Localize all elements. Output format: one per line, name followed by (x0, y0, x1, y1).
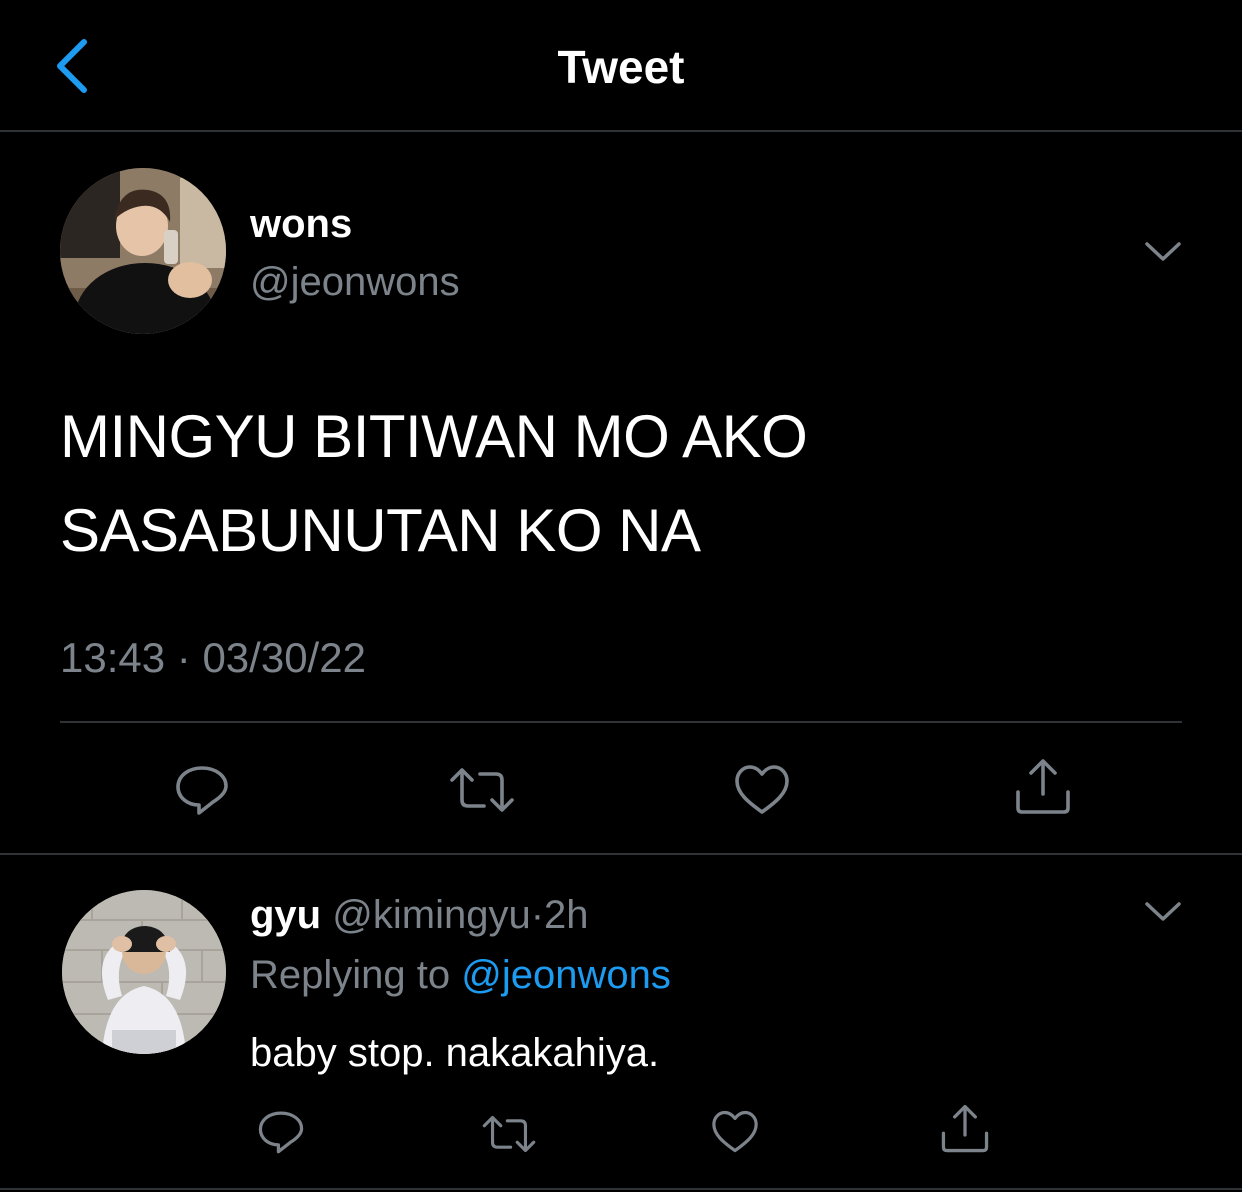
profile-photo (62, 890, 226, 1054)
avatar[interactable] (60, 168, 226, 334)
replying-to-label: Replying to (250, 953, 451, 997)
author-name[interactable]: wons (250, 200, 352, 248)
separator-dot: · (530, 893, 545, 937)
reply-more-options-button[interactable] (1143, 900, 1183, 924)
chevron-down-icon (1145, 242, 1181, 261)
like-button[interactable] (734, 764, 790, 816)
share-icon (941, 1104, 989, 1153)
reply-age: 2h (544, 893, 589, 937)
reply-button[interactable] (174, 762, 230, 818)
reply-author-handle[interactable]: @kimingyu (332, 893, 530, 937)
reply-avatar[interactable] (62, 890, 226, 1054)
page-title: Tweet (557, 41, 685, 93)
reply-text: baby stop. nakakahiya. (250, 1031, 660, 1075)
reply-author-name[interactable]: gyu (250, 893, 321, 937)
reply-share-button[interactable] (940, 1104, 990, 1154)
tweet-text: MINGYU BITIWAN MO AKO SASABUNUTAN KO NA (60, 390, 1180, 578)
like-icon (735, 765, 789, 814)
tweet-text-line: MINGYU BITIWAN MO AKO (60, 403, 808, 470)
tweet-timestamp[interactable]: 13:43 · 03/30/22 (60, 630, 366, 686)
retweet-icon (450, 768, 514, 812)
reply-retweet-button[interactable] (481, 1112, 537, 1156)
retweet-icon (482, 1115, 536, 1153)
divider (60, 721, 1182, 723)
like-icon (712, 1110, 758, 1153)
chevron-down-icon (1145, 902, 1181, 921)
share-icon (1016, 759, 1070, 814)
share-button[interactable] (1014, 758, 1072, 816)
separator-dot: · (176, 634, 191, 681)
tweet-time: 13:43 (60, 634, 166, 681)
more-options-button[interactable] (1143, 240, 1183, 264)
tweet-date: 03/30/22 (202, 634, 366, 681)
retweet-button[interactable] (448, 764, 516, 816)
reply-icon (258, 1111, 304, 1154)
replying-to-handle-link[interactable]: @jeonwons (461, 953, 671, 997)
reply-icon (176, 766, 228, 815)
replying-to: Replying to @jeonwons (250, 950, 671, 1000)
reply-like-button[interactable] (711, 1110, 759, 1154)
reply-header: gyu @kimingyu·2h (250, 890, 589, 940)
reply-reply-button[interactable] (257, 1108, 305, 1156)
author-handle[interactable]: @jeonwons (250, 258, 460, 306)
divider (0, 853, 1242, 855)
profile-photo (60, 168, 226, 334)
divider (0, 1188, 1242, 1190)
tweet-text-line: SASABUNUTAN KO NA (60, 497, 701, 564)
